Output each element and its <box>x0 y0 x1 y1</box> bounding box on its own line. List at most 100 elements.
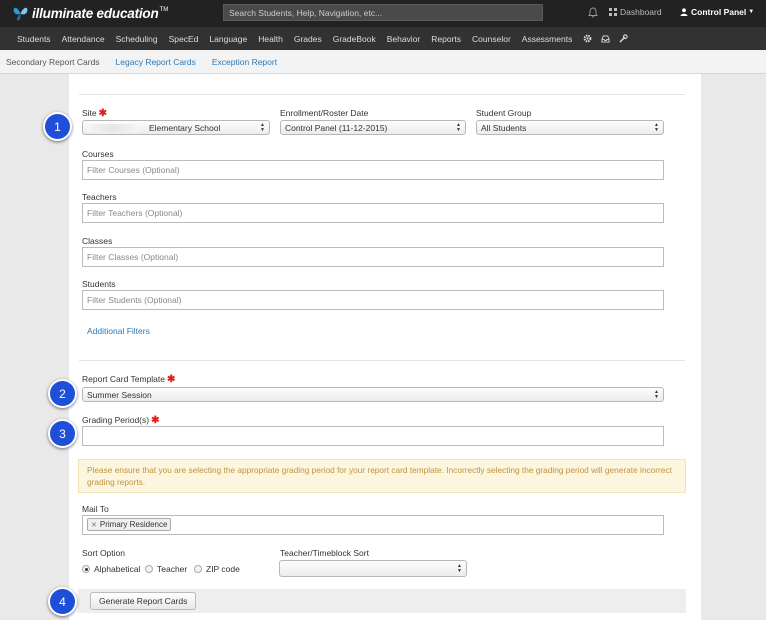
courses-filter-input[interactable]: Filter Courses (Optional) <box>82 160 664 180</box>
remove-tag-icon[interactable]: ✕ <box>91 521 97 529</box>
step-marker-4: 4 <box>48 587 77 616</box>
divider <box>79 360 685 361</box>
radio-unselected-icon <box>194 565 202 573</box>
select-arrows-icon: ▲ ▼ <box>457 563 462 574</box>
nav-health[interactable]: Health <box>258 34 283 44</box>
logo[interactable]: illuminate education TM <box>12 5 168 22</box>
redacted-text <box>87 123 139 132</box>
courses-label: Courses <box>82 149 114 159</box>
form-actions: Generate Report Cards <box>78 589 686 613</box>
site-select[interactable]: Elementary School ▲ ▼ <box>82 120 270 135</box>
step-marker-2: 2 <box>48 379 77 408</box>
step-marker-1: 1 <box>43 112 72 141</box>
generate-report-cards-button[interactable]: Generate Report Cards <box>90 592 197 610</box>
sort-alphabetical-radio[interactable]: Alphabetical <box>82 564 140 574</box>
user-menu[interactable]: Control Panel ▼ <box>680 7 754 17</box>
top-bar: illuminate education TM Search Students,… <box>0 0 766 27</box>
enrollment-date-select[interactable]: Control Panel (11-12-2015) ▲ ▼ <box>280 120 466 135</box>
enrollment-value: Control Panel (11-12-2015) <box>285 122 388 133</box>
template-label: Report Card Template ✱ <box>82 374 175 385</box>
select-arrows-icon: ▲ ▼ <box>654 122 659 133</box>
classes-placeholder: Filter Classes (Optional) <box>87 252 179 262</box>
grading-period-label: Grading Period(s) ✱ <box>82 415 159 426</box>
grading-period-input[interactable] <box>82 426 664 446</box>
dashboard-label: Dashboard <box>620 7 662 17</box>
brand-name: illuminate education <box>32 6 159 21</box>
nav-behavior[interactable]: Behavior <box>387 34 421 44</box>
teachers-placeholder: Filter Teachers (Optional) <box>87 208 183 218</box>
nav-students[interactable]: Students <box>17 34 51 44</box>
required-marker: ✱ <box>167 374 176 385</box>
required-marker: ✱ <box>151 415 160 426</box>
report-tabs: Secondary Report Cards Legacy Report Car… <box>0 50 766 74</box>
radio-unselected-icon <box>145 565 153 573</box>
sort-teacher-label: Teacher <box>157 564 188 574</box>
search-placeholder: Search Students, Help, Navigation, etc..… <box>229 7 383 18</box>
dashboard-grid-icon <box>609 8 617 16</box>
nav-grades[interactable]: Grades <box>294 34 322 44</box>
tab-exception-report[interactable]: Exception Report <box>212 57 277 67</box>
nav-counselor[interactable]: Counselor <box>472 34 511 44</box>
user-icon <box>680 8 688 16</box>
timeblock-sort-label: Teacher/Timeblock Sort <box>280 548 369 558</box>
nav-assessments[interactable]: Assessments <box>522 34 573 44</box>
sort-alphabetical-label: Alphabetical <box>94 564 141 574</box>
mail-to-tag[interactable]: ✕ Primary Residence <box>87 518 172 531</box>
nav-attendance[interactable]: Attendance <box>62 34 105 44</box>
report-card-form: Site ✱ Elementary School ▲ ▼ Enrollment/Ro… <box>69 74 701 620</box>
radio-selected-icon <box>82 565 90 573</box>
mail-to-tag-label: Primary Residence <box>99 520 168 529</box>
students-filter-input[interactable]: Filter Students (Optional) <box>82 290 664 310</box>
template-value: Summer Session <box>87 389 152 400</box>
user-menu-label: Control Panel <box>691 7 747 17</box>
additional-filters-link[interactable]: Additional Filters <box>87 326 150 336</box>
tab-secondary-report-cards[interactable]: Secondary Report Cards <box>6 57 100 67</box>
students-placeholder: Filter Students (Optional) <box>87 295 182 305</box>
global-search-input[interactable]: Search Students, Help, Navigation, etc..… <box>223 4 543 21</box>
nav-reports[interactable]: Reports <box>431 34 461 44</box>
teachers-filter-input[interactable]: Filter Teachers (Optional) <box>82 203 664 223</box>
select-arrows-icon: ▲ ▼ <box>456 122 461 133</box>
nav-language[interactable]: Language <box>209 34 247 44</box>
main-nav: Students Attendance Scheduling SpecEd La… <box>0 27 766 50</box>
sort-option-label: Sort Option <box>82 548 125 558</box>
tab-legacy-report-cards[interactable]: Legacy Report Cards <box>116 57 196 67</box>
student-group-value: All Students <box>481 122 527 133</box>
timeblock-sort-select[interactable]: ▲ ▼ <box>279 560 467 577</box>
nav-gradebook[interactable]: GradeBook <box>333 34 376 44</box>
sort-teacher-radio[interactable]: Teacher <box>145 564 187 574</box>
report-card-template-select[interactable]: Summer Session ▲ ▼ <box>82 387 664 402</box>
site-value: Elementary School <box>149 122 221 133</box>
courses-placeholder: Filter Courses (Optional) <box>87 165 180 175</box>
wrench-icon[interactable] <box>619 34 628 43</box>
student-group-label: Student Group <box>476 108 532 118</box>
grading-period-warning: Please ensure that you are selecting the… <box>78 459 686 493</box>
mail-to-label: Mail To <box>82 504 109 514</box>
site-label-text: Site <box>82 108 97 118</box>
teachers-label: Teachers <box>82 192 117 202</box>
grading-label-text: Grading Period(s) <box>82 415 150 425</box>
site-label: Site ✱ <box>82 108 107 119</box>
step-marker-3: 3 <box>48 419 77 448</box>
butterfly-logo-icon <box>13 7 28 21</box>
enrollment-label: Enrollment/Roster Date <box>280 108 369 118</box>
students-label: Students <box>82 279 116 289</box>
notifications-bell-icon[interactable] <box>588 7 598 18</box>
sort-zip-label: ZIP code <box>206 564 240 574</box>
dashboard-link[interactable]: Dashboard <box>609 7 662 17</box>
student-group-select[interactable]: All Students ▲ ▼ <box>476 120 664 135</box>
select-arrows-icon: ▲ ▼ <box>260 122 265 133</box>
classes-label: Classes <box>82 236 113 246</box>
gear-icon[interactable] <box>583 34 592 43</box>
required-marker: ✱ <box>98 108 108 119</box>
select-arrows-icon: ▲ ▼ <box>654 389 659 400</box>
sort-zip-radio[interactable]: ZIP code <box>194 564 240 574</box>
nav-scheduling[interactable]: Scheduling <box>116 34 158 44</box>
chevron-down-icon: ▼ <box>748 9 755 15</box>
template-label-text: Report Card Template <box>82 374 165 384</box>
divider <box>79 94 685 95</box>
nav-speced[interactable]: SpecEd <box>169 34 199 44</box>
classes-filter-input[interactable]: Filter Classes (Optional) <box>82 247 664 267</box>
trademark: TM <box>159 7 169 13</box>
tray-icon[interactable] <box>601 34 610 43</box>
